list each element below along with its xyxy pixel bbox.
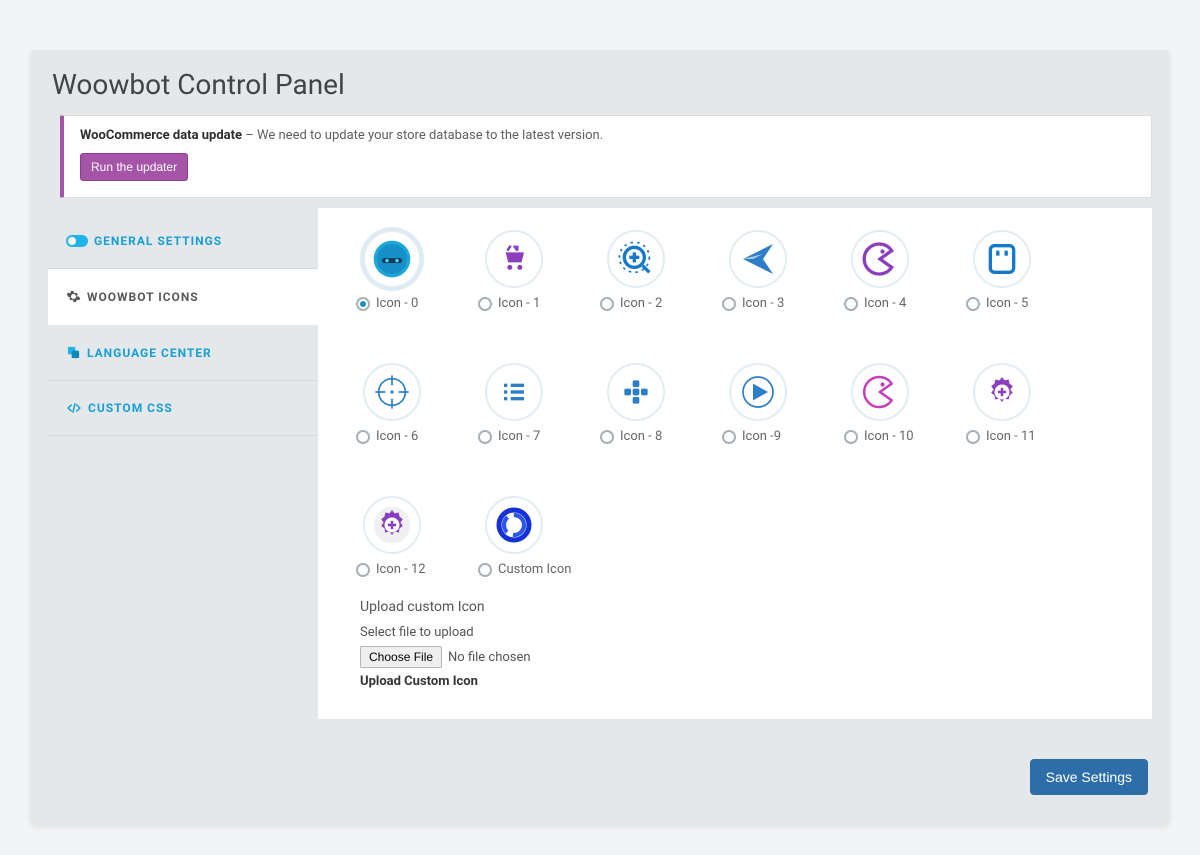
icon-label: Icon - 3 — [742, 296, 784, 311]
icon-option-9[interactable]: Icon -9 — [726, 363, 790, 444]
icon-option-11[interactable]: Icon - 11 — [970, 363, 1034, 444]
icon-label: Icon - 4 — [864, 296, 906, 311]
icon-label: Icon - 10 — [864, 429, 914, 444]
icon-label: Icon -9 — [742, 429, 781, 444]
icon-radio[interactable] — [722, 430, 736, 444]
sidebar-item-general-settings[interactable]: GENERAL SETTINGS — [48, 214, 318, 269]
control-panel: Woowbot Control Panel WooCommerce data u… — [30, 50, 1170, 825]
sidebar-item-woowbot-icons[interactable]: WOOWBOT ICONS — [48, 269, 318, 325]
icon-label: Custom Icon — [498, 562, 571, 577]
icon-radio[interactable] — [478, 297, 492, 311]
icon-label: Icon - 5 — [986, 296, 1028, 311]
icon-radio[interactable] — [844, 297, 858, 311]
icon-radio[interactable] — [600, 430, 614, 444]
icon-option-10[interactable]: Icon - 10 — [848, 363, 912, 444]
icon-radio[interactable] — [356, 563, 370, 577]
icon-radio[interactable] — [478, 563, 492, 577]
settings-sidebar: GENERAL SETTINGS WOOWBOT ICONS LANGUAGE … — [48, 208, 318, 719]
icon-option-8[interactable]: Icon - 8 — [604, 363, 668, 444]
notice-text: WooCommerce data update – We need to upd… — [80, 128, 1135, 143]
icon-label: Icon - 11 — [986, 429, 1036, 444]
icon-label: Icon - 6 — [376, 429, 418, 444]
sidebar-item-custom-css[interactable]: CUSTOM CSS — [48, 381, 318, 436]
toggle-icon — [66, 235, 88, 247]
icon-label: Icon - 1 — [498, 296, 540, 311]
icon-option-0[interactable]: Icon - 0 — [360, 230, 424, 311]
upload-select-label: Select file to upload — [360, 625, 1126, 640]
pac-o-icon — [851, 230, 909, 288]
gearplus-icon — [973, 363, 1031, 421]
icon-radio[interactable] — [722, 297, 736, 311]
page-title: Woowbot Control Panel — [52, 68, 1152, 101]
language-icon — [66, 345, 81, 360]
icon-radio[interactable] — [966, 430, 980, 444]
save-settings-button[interactable]: Save Settings — [1030, 759, 1148, 795]
bot-icon — [363, 230, 421, 288]
upload-section: Upload custom Icon Select file to upload… — [360, 599, 1126, 689]
notice-bold: WooCommerce data update — [80, 128, 242, 143]
upload-submit-label[interactable]: Upload Custom Icon — [360, 674, 1126, 689]
icon-option-1[interactable]: Icon - 1 — [482, 230, 546, 311]
icon-radio[interactable] — [356, 430, 370, 444]
sidebar-item-label: WOOWBOT ICONS — [87, 290, 199, 304]
swirl-icon — [485, 496, 543, 554]
icon-option-12[interactable]: Icon - 12 — [360, 496, 424, 577]
icon-option-3[interactable]: Icon - 3 — [726, 230, 790, 311]
send-icon — [729, 230, 787, 288]
sidebar-item-label: LANGUAGE CENTER — [87, 346, 212, 360]
icon-label: Icon - 8 — [620, 429, 662, 444]
icon-label: Icon - 2 — [620, 296, 662, 311]
update-notice: WooCommerce data update – We need to upd… — [60, 115, 1152, 198]
play-icon — [729, 363, 787, 421]
gearplus2-icon — [363, 496, 421, 554]
icon-radio[interactable] — [478, 430, 492, 444]
icon-option-2[interactable]: Icon - 2 — [604, 230, 668, 311]
icons-panel: Icon - 0 Icon - 1 Icon - 2 Icon - 3 Icon - 4… — [318, 208, 1152, 719]
zoomplus-icon — [607, 230, 665, 288]
upload-heading: Upload custom Icon — [360, 599, 1126, 615]
choose-file-button[interactable]: Choose File — [360, 646, 442, 668]
sidebar-item-language-center[interactable]: LANGUAGE CENTER — [48, 325, 318, 381]
list-icon — [485, 363, 543, 421]
icon-option-5[interactable]: Icon - 5 — [970, 230, 1034, 311]
icon-label: Icon - 12 — [376, 562, 426, 577]
icon-option-13[interactable]: Custom Icon — [482, 496, 546, 577]
gear-icon — [66, 289, 81, 304]
sidebar-item-label: CUSTOM CSS — [88, 401, 173, 415]
icon-radio[interactable] — [356, 297, 370, 311]
plusgrid-icon — [607, 363, 665, 421]
file-status: No file chosen — [448, 650, 531, 665]
icon-radio[interactable] — [600, 297, 614, 311]
run-updater-button[interactable]: Run the updater — [80, 153, 188, 181]
cart-icon — [485, 230, 543, 288]
icon-radio[interactable] — [966, 297, 980, 311]
icon-option-6[interactable]: Icon - 6 — [360, 363, 424, 444]
code-icon — [66, 401, 82, 415]
icon-radio[interactable] — [844, 430, 858, 444]
icon-option-4[interactable]: Icon - 4 — [848, 230, 912, 311]
icon-label: Icon - 0 — [376, 296, 418, 311]
icon-label: Icon - 7 — [498, 429, 540, 444]
icon-option-7[interactable]: Icon - 7 — [482, 363, 546, 444]
panel-icon — [973, 230, 1031, 288]
pac-pink-icon — [851, 363, 909, 421]
sidebar-item-label: GENERAL SETTINGS — [94, 234, 222, 248]
target-icon — [363, 363, 421, 421]
